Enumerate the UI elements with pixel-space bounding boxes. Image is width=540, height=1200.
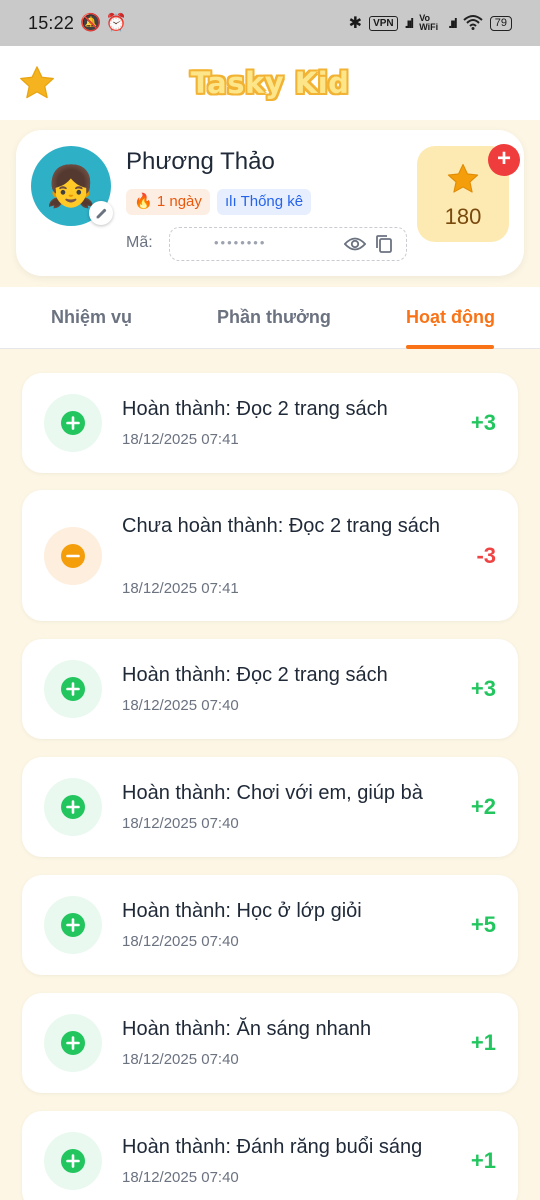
- code-value: ••••••••: [214, 235, 267, 250]
- plus-badge: [44, 394, 102, 452]
- vowifi-icon: Vo WiFi: [419, 13, 439, 32]
- plus-circle-icon: [61, 1031, 85, 1055]
- battery-icon: 79: [489, 15, 512, 31]
- list-item[interactable]: Hoàn thành: Đánh răng buổi sáng 18/12/20…: [22, 1111, 518, 1200]
- app-header: Tasky Kid: [0, 46, 540, 120]
- tab-rewards[interactable]: Phần thưởng: [217, 307, 331, 328]
- plus-circle-icon: [61, 795, 85, 819]
- minus-circle-icon: [61, 544, 85, 568]
- active-tab-indicator: [406, 345, 494, 349]
- wifi-icon: [463, 14, 483, 33]
- activity-title: Hoàn thành: Học ở lớp giỏi: [122, 900, 362, 922]
- activity-points: +2: [470, 794, 496, 819]
- profile-name: Phương Thảo: [126, 148, 275, 175]
- activity-title: Hoàn thành: Đọc 2 trang sách: [122, 398, 388, 420]
- plus-badge: [44, 1014, 102, 1072]
- list-item[interactable]: Hoàn thành: Học ở lớp giỏi 18/12/2025 07…: [22, 875, 518, 975]
- plus-badge: [44, 778, 102, 836]
- streak-badge: 🔥 1 ngày: [126, 189, 210, 215]
- tab-bar: Nhiệm vụ Phần thưởng Hoạt động: [0, 287, 540, 349]
- activity-points: -3: [476, 543, 496, 568]
- activity-time: 18/12/2025 07:40: [122, 697, 239, 714]
- code-label: Mã:: [126, 234, 153, 251]
- signal-icon: .ııl: [404, 15, 414, 31]
- eye-icon[interactable]: [344, 235, 366, 253]
- list-item[interactable]: Hoàn thành: Đọc 2 trang sách 18/12/2025 …: [22, 639, 518, 739]
- activity-time: 18/12/2025 07:40: [122, 933, 239, 950]
- activity-time: 18/12/2025 07:41: [122, 431, 239, 448]
- tab-activity[interactable]: Hoạt động: [406, 307, 495, 328]
- star-icon: [447, 163, 479, 193]
- points-value: 180: [444, 204, 482, 229]
- add-points-button[interactable]: +: [488, 144, 520, 176]
- tab-tasks[interactable]: Nhiệm vụ: [51, 307, 132, 328]
- copy-icon[interactable]: [375, 234, 393, 254]
- code-field: ••••••••: [169, 227, 407, 261]
- list-item[interactable]: Chưa hoàn thành: Đọc 2 trang sách 18/12/…: [22, 490, 518, 621]
- activity-points: +3: [470, 410, 496, 435]
- plus-circle-icon: [61, 411, 85, 435]
- bluetooth-icon: ✱: [348, 15, 363, 32]
- activity-points: +1: [470, 1148, 496, 1173]
- activity-time: 18/12/2025 07:40: [122, 1169, 239, 1186]
- list-item[interactable]: Hoàn thành: Đọc 2 trang sách 18/12/2025 …: [22, 373, 518, 473]
- activity-points: +1: [470, 1030, 496, 1055]
- vpn-icon: VPN: [369, 15, 398, 31]
- signal-icon-2: .ııl: [448, 15, 457, 31]
- plus-circle-icon: [61, 913, 85, 937]
- activity-time: 18/12/2025 07:41: [122, 580, 239, 597]
- plus-badge: [44, 660, 102, 718]
- edit-avatar-button[interactable]: [89, 201, 113, 225]
- plus-badge: [44, 1132, 102, 1190]
- activity-title: Hoàn thành: Đọc 2 trang sách: [122, 664, 388, 686]
- app-title: Tasky Kid: [190, 66, 350, 100]
- activity-title: Hoàn thành: Đánh răng buổi sáng: [122, 1136, 423, 1158]
- profile-card: 👧 Phương Thảo 🔥 1 ngày ılı Thống kê Mã: …: [16, 130, 524, 276]
- activity-title: Hoàn thành: Chơi với em, giúp bà: [122, 782, 423, 804]
- status-bar: 15:22 🔕 ⏰ ✱ VPN .ııl Vo WiFi .ııl 79: [0, 0, 540, 46]
- activity-points: +5: [470, 912, 496, 937]
- list-item[interactable]: Hoàn thành: Ăn sáng nhanh 18/12/2025 07:…: [22, 993, 518, 1093]
- activity-title: Hoàn thành: Ăn sáng nhanh: [122, 1018, 372, 1040]
- status-time: 15:22: [28, 12, 75, 33]
- activity-time: 18/12/2025 07:40: [122, 815, 239, 832]
- list-item[interactable]: Hoàn thành: Chơi với em, giúp bà 18/12/2…: [22, 757, 518, 857]
- status-right-icons: ✱ VPN .ııl Vo WiFi .ııl 79: [349, 13, 512, 33]
- plus-circle-icon: [61, 677, 85, 701]
- activity-title: Chưa hoàn thành: Đọc 2 trang sách: [122, 515, 441, 537]
- minus-badge: [44, 527, 102, 585]
- stats-button[interactable]: ılı Thống kê: [217, 189, 312, 215]
- activity-time: 18/12/2025 07:40: [122, 1051, 239, 1068]
- plus-badge: [44, 896, 102, 954]
- mute-alarm-icons: 🔕 ⏰: [80, 13, 128, 32]
- plus-circle-icon: [61, 1149, 85, 1173]
- activity-points: +3: [470, 676, 496, 701]
- pencil-icon: [96, 208, 106, 218]
